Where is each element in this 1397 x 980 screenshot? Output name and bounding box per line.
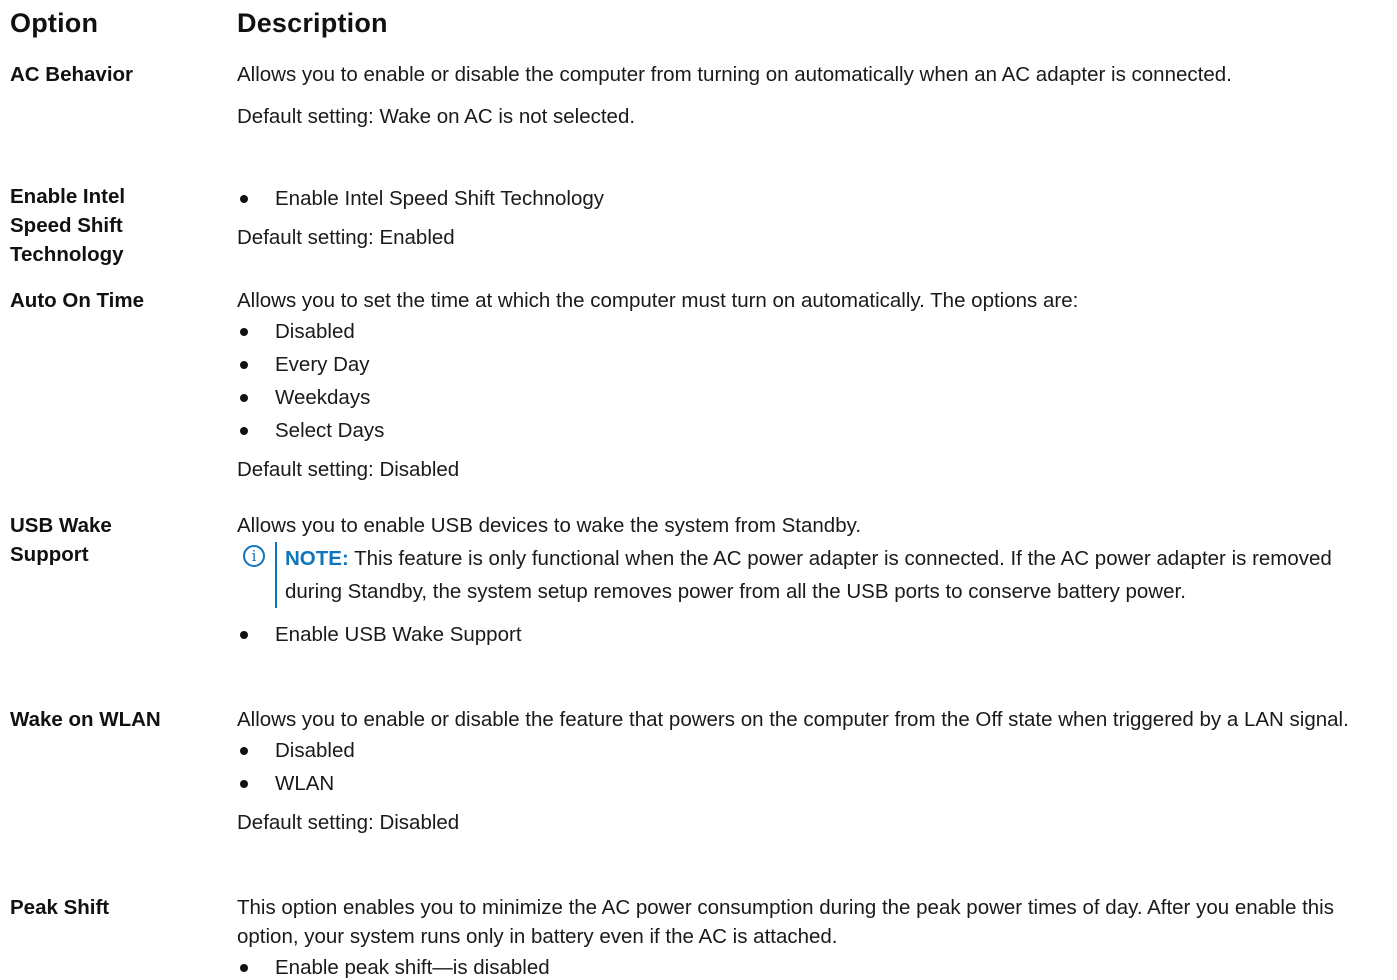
list-item: Select Days — [237, 414, 1377, 447]
option-name: Peak Shift — [10, 896, 110, 919]
description-text: Allows you to enable or disable the comp… — [237, 63, 1232, 86]
note-box: i NOTE: This feature is only functional … — [243, 542, 1355, 608]
bullet-icon — [240, 964, 248, 972]
option-list: Disabled WLAN — [237, 734, 1377, 800]
option-description: Allows you to enable or disable the feat… — [237, 705, 1377, 837]
option-description: Allows you to enable USB devices to wake… — [237, 511, 1377, 651]
option-list: Enable peak shift—is disabled — [237, 951, 1377, 980]
note-label: NOTE: — [285, 547, 349, 570]
default-setting-text: Default setting: Disabled — [237, 811, 460, 834]
description-column-header: Description — [237, 8, 388, 38]
bullet-icon — [240, 427, 248, 435]
table-header: Option Description — [10, 8, 1397, 44]
list-item: Weekdays — [237, 381, 1377, 414]
description-text: Allows you to set the time at which the … — [237, 289, 1079, 312]
bullet-icon — [240, 747, 248, 755]
default-setting-text: Default setting: Enabled — [237, 226, 455, 249]
list-item: WLAN — [237, 767, 1377, 800]
option-description: Enable Intel Speed Shift Technology Defa… — [237, 182, 1377, 252]
option-name: AC Behavior — [10, 63, 134, 86]
list-item: Enable USB Wake Support — [237, 618, 1377, 651]
option-list: Enable USB Wake Support — [237, 618, 1377, 651]
option-name: Wake on WLAN — [10, 708, 161, 731]
description-text: This option enables you to minimize the … — [237, 896, 1334, 948]
bullet-icon — [240, 394, 248, 402]
list-item: Disabled — [237, 734, 1377, 767]
option-name: USB Wake Support — [10, 514, 112, 566]
note-text: NOTE: This feature is only functional wh… — [275, 542, 1355, 608]
option-name: Auto On Time — [10, 289, 145, 312]
default-setting-text: Default setting: Wake on AC is not selec… — [237, 105, 636, 128]
option-list: Disabled Every Day Weekdays Select Days — [237, 315, 1377, 447]
bullet-icon — [240, 328, 248, 336]
option-description: Allows you to enable or disable the comp… — [237, 60, 1377, 131]
bios-options-page: Option Description AC Behavior Allows yo… — [0, 0, 1397, 980]
option-column-header: Option — [10, 8, 99, 38]
description-text: Allows you to enable or disable the feat… — [237, 708, 1349, 731]
note-body: This feature is only functional when the… — [285, 547, 1332, 603]
option-list: Enable Intel Speed Shift Technology — [237, 182, 1377, 215]
bullet-icon — [240, 361, 248, 369]
option-name: Enable Intel Speed Shift Technology — [10, 185, 126, 266]
bullet-icon — [240, 780, 248, 788]
description-text: Allows you to enable USB devices to wake… — [237, 514, 862, 537]
list-item: Enable peak shift—is disabled — [237, 951, 1377, 980]
bullet-icon — [240, 195, 248, 203]
bullet-icon — [240, 631, 248, 639]
list-item: Disabled — [237, 315, 1377, 348]
option-description: Allows you to set the time at which the … — [237, 286, 1377, 484]
list-item: Every Day — [237, 348, 1377, 381]
default-setting-text: Default setting: Disabled — [237, 458, 460, 481]
option-description: This option enables you to minimize the … — [237, 893, 1377, 980]
list-item: Enable Intel Speed Shift Technology — [237, 182, 1377, 215]
info-icon: i — [243, 545, 265, 567]
